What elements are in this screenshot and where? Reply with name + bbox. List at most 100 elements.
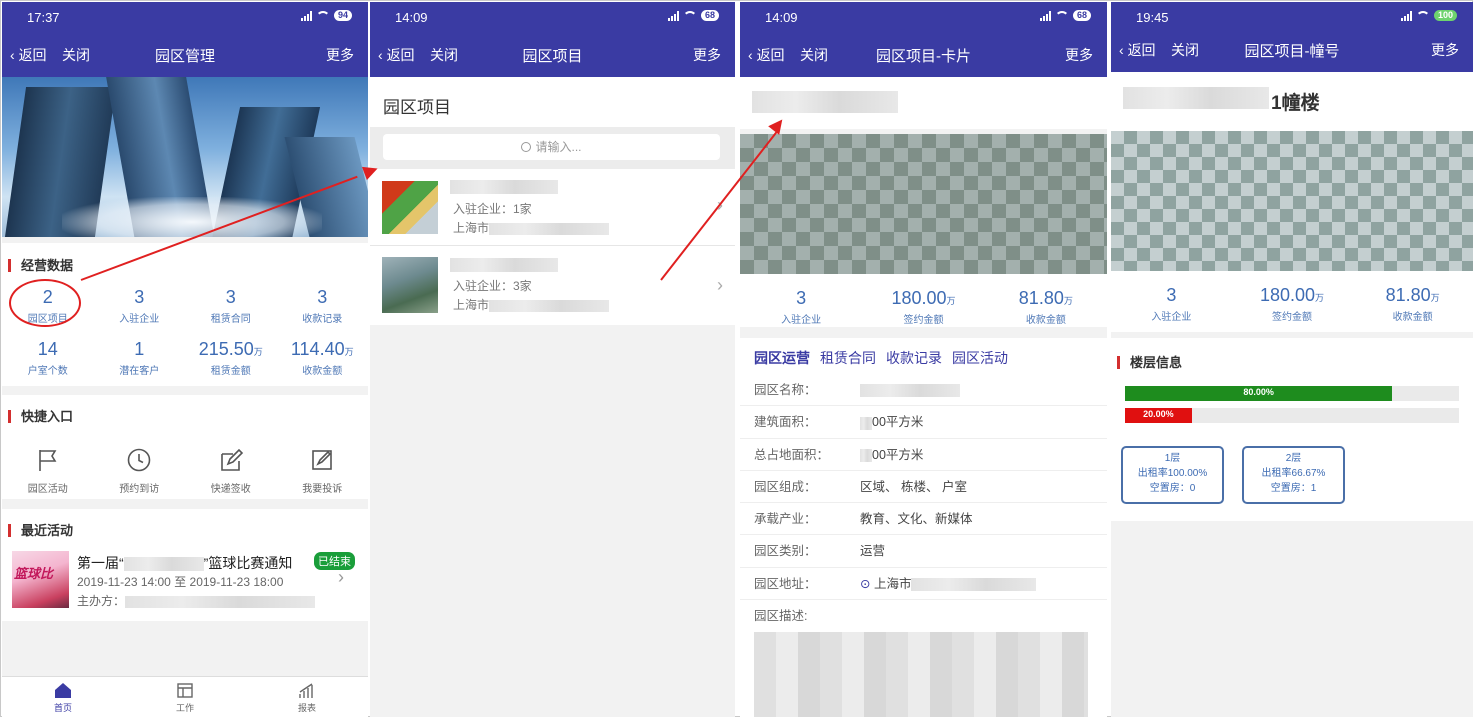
search-input[interactable]: 请输入... xyxy=(383,134,720,160)
field-value-wrap: 运营 xyxy=(860,535,885,567)
quick-entry-activity[interactable]: 园区活动 xyxy=(2,447,94,495)
stat-value: 3 xyxy=(796,288,807,308)
redacted-project-name xyxy=(1123,87,1269,109)
tab-payment-record[interactable]: 收款记录 xyxy=(886,348,942,368)
battery-icon: 68 xyxy=(1072,10,1091,21)
quick-entry-section: 快捷入口 园区活动 预约到访 快递签收 我要投诉 xyxy=(2,395,368,499)
floor-card[interactable]: 1层 出租率100.00% 空置房：0 xyxy=(1121,446,1224,504)
nav-bar: ‹ 返回 关闭 园区管理 更多 xyxy=(2,32,368,77)
chevron-right-icon: › xyxy=(717,275,723,295)
activity-organizer: 主办方： xyxy=(77,592,316,609)
list-item[interactable]: 入驻企业：3家 上海市 › xyxy=(370,247,735,325)
stat-item[interactable]: 180.00万 签约金额 xyxy=(862,288,984,326)
stat-item[interactable]: 180.00万 签约金额 xyxy=(1232,285,1353,323)
page-title: 园区项目 xyxy=(522,48,583,65)
more-button[interactable]: 更多 xyxy=(693,45,721,65)
stat-label: 入驻企业 xyxy=(119,314,160,325)
floor-card[interactable]: 2层 出租率66.67% 空置房：1 xyxy=(1242,446,1345,504)
stat-value: 81.80万 xyxy=(1385,285,1440,305)
more-button[interactable]: 更多 xyxy=(1431,40,1459,60)
stat-label: 户室个数 xyxy=(27,366,68,377)
project-stats: 3 入驻企业 180.00万 签约金额 81.80万 收款金额 xyxy=(740,274,1107,327)
more-button[interactable]: 更多 xyxy=(1065,45,1093,65)
stat-label: 收款金额 xyxy=(302,366,343,377)
stat-value: 215.50万 xyxy=(198,339,263,359)
project-companies: 入驻企业：3家 xyxy=(453,279,532,293)
quick-entry-visit[interactable]: 预约到访 xyxy=(94,447,186,495)
stat-value: 14 xyxy=(37,339,58,359)
stat-item[interactable]: 81.80万 收款金额 xyxy=(1352,285,1473,323)
floor-vacant: 空置房：1 xyxy=(1270,483,1317,494)
occupancy-bars: 80.00% 20.00% xyxy=(1125,386,1473,430)
quick-entry-express[interactable]: 快递签收 xyxy=(185,447,277,495)
field-value-wrap: 教育、文化、新媒体 xyxy=(860,503,973,535)
project-address: 上海市 xyxy=(453,219,610,236)
stat-item[interactable]: 3 入驻企业 xyxy=(1111,285,1232,323)
section-title: 最近活动 xyxy=(8,524,73,537)
project-address: 上海市 xyxy=(453,296,610,313)
signal-icon xyxy=(1039,10,1051,21)
activity-item[interactable]: 篮球比 第一届“ ”篮球比赛通知 已结束 2019-11-23 14:00 至 2… xyxy=(12,551,362,611)
redacted-text xyxy=(860,384,960,398)
list-item[interactable]: 入驻企业：1家 上海市 › xyxy=(370,169,735,246)
info-row: 园区名称： xyxy=(740,374,1107,407)
wifi-icon xyxy=(315,11,330,20)
stats-row: 3 入驻企业 180.00万 签约金额 81.80万 收款金额 xyxy=(740,288,1107,326)
page-title: 园区项目-卡片 xyxy=(876,48,971,65)
quick-entry-label: 园区活动 xyxy=(27,484,68,495)
stat-item[interactable]: 215.50万 租赁金额 xyxy=(185,339,277,377)
quick-entry-grid: 园区活动 预约到访 快递签收 我要投诉 xyxy=(2,447,368,495)
tab-lease-contract[interactable]: 租赁合同 xyxy=(820,348,876,368)
field-label: 园区地址： xyxy=(754,576,817,591)
info-row: 园区组成： 区域、 栋楼、 户室 xyxy=(740,471,1107,504)
location-icon: ⊙ xyxy=(860,576,874,591)
highlight-circle xyxy=(9,279,81,327)
screen-park-project-card: 14:09 68 ‹ 返回 关闭 园区项目-卡片 更多 3 入驻企业 180.00万… xyxy=(740,2,1107,717)
stat-label: 收款记录 xyxy=(302,314,343,325)
bottom-tab-bar: 首页 工作 报表 xyxy=(2,676,368,717)
stat-item[interactable]: 1 潜在客户 xyxy=(94,339,186,377)
floor-name: 1层 xyxy=(1164,453,1181,464)
field-value: 教育、文化、新媒体 xyxy=(860,512,973,527)
tab-home[interactable]: 首页 xyxy=(2,677,124,717)
building-name: 1幢楼 xyxy=(1271,93,1320,114)
tab-park-operation[interactable]: 园区运营 xyxy=(754,348,810,368)
stat-item[interactable]: 81.80万 收款金额 xyxy=(985,288,1107,326)
redacted-description xyxy=(754,632,1088,717)
screen-park-management: 17:37 94 ‹ 返回 关闭 园区管理 更多 经营数据 2 园区项目 3 入驻企业… xyxy=(2,2,368,717)
field-label: 建筑面积： xyxy=(754,415,817,430)
stat-label: 签约金额 xyxy=(1271,312,1312,323)
field-label: 园区描述: xyxy=(754,609,808,624)
stat-label: 潜在客户 xyxy=(119,366,160,377)
nav-bar: ‹ 返回 关闭 园区项目-卡片 更多 xyxy=(740,32,1107,77)
work-icon xyxy=(177,683,193,698)
chevron-right-icon: › xyxy=(338,567,344,587)
tab-label: 工作 xyxy=(175,703,194,713)
stat-label: 入驻企业 xyxy=(781,315,822,326)
title-prefix: 第一届“ xyxy=(77,555,124,571)
stat-item[interactable]: 114.40万 收款金额 xyxy=(277,339,369,377)
stat-item[interactable]: 3 租赁合同 xyxy=(185,287,277,325)
stat-label: 收款金额 xyxy=(1025,315,1066,326)
status-time: 19:45 xyxy=(1136,10,1169,25)
more-button[interactable]: 更多 xyxy=(326,45,354,65)
quick-entry-complaint[interactable]: 我要投诉 xyxy=(277,447,369,495)
field-value-wrap xyxy=(860,374,960,406)
status-time: 14:09 xyxy=(395,10,428,25)
section-title: 快捷入口 xyxy=(8,410,73,423)
status-icons: 100 xyxy=(1400,10,1457,21)
field-value: 00平方米 xyxy=(872,447,924,462)
occupancy-bar-label: 20.00% xyxy=(1143,409,1174,419)
tab-park-activity[interactable]: 园区活动 xyxy=(952,348,1008,368)
stat-item[interactable]: 3 入驻企业 xyxy=(740,288,862,326)
search-placeholder: 请输入... xyxy=(535,140,582,154)
stat-value: 1 xyxy=(134,339,145,359)
tab-work[interactable]: 工作 xyxy=(124,677,246,717)
status-icons: 68 xyxy=(1039,10,1091,21)
stat-item[interactable]: 3 入驻企业 xyxy=(94,287,186,325)
building-header: 1幢楼 xyxy=(1111,72,1473,126)
stat-item[interactable]: 3 收款记录 xyxy=(277,287,369,325)
tab-report[interactable]: 报表 xyxy=(246,677,368,717)
floor-rate: 出租率66.67% xyxy=(1261,468,1326,479)
stat-item[interactable]: 14 户室个数 xyxy=(2,339,94,377)
